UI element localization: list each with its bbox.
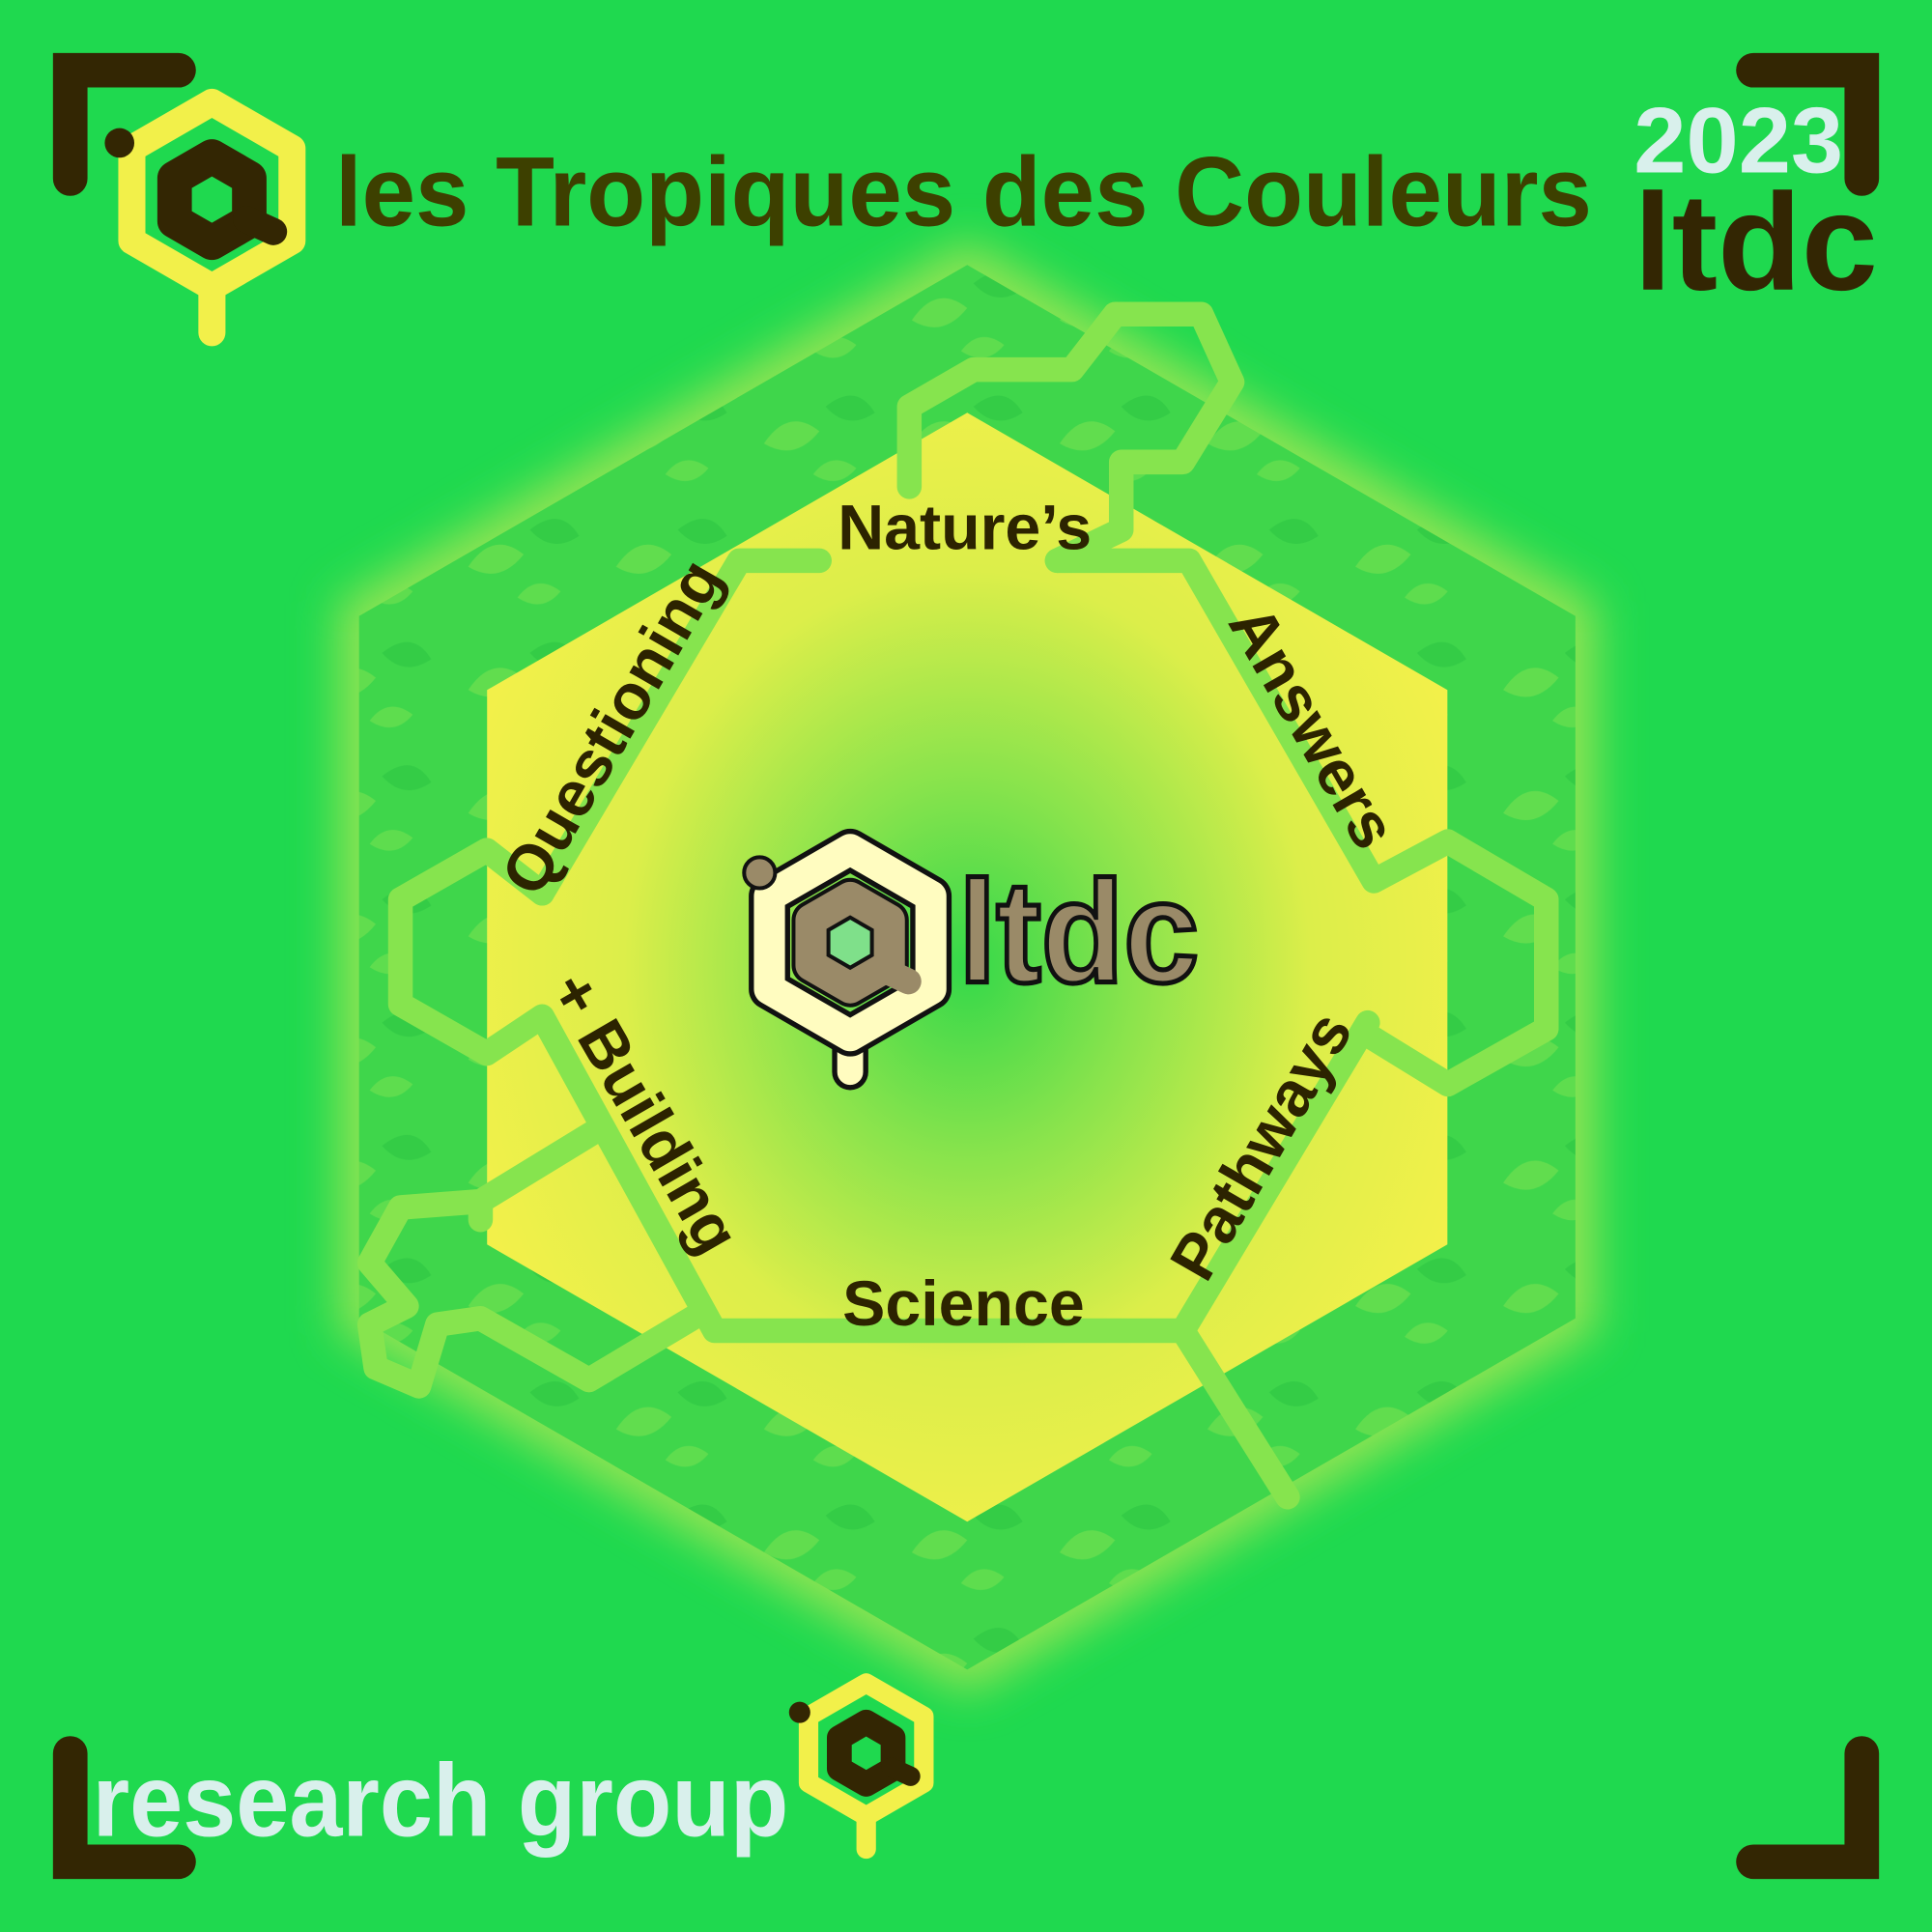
poster: Nature’s Answers Pathways Science + Buil… [52, 52, 1880, 1880]
title: les Tropiques des Couleurs [335, 136, 1592, 246]
logo-icon [104, 88, 306, 347]
ring-word-bottom: Science [842, 1268, 1085, 1340]
corner-bracket-bottom-right [1736, 1736, 1880, 1880]
footer-logo-icon [788, 1673, 934, 1860]
brand-short: ltdc [1634, 166, 1878, 320]
ring-word-top: Nature’s [838, 493, 1092, 564]
research-group-label: research group [93, 1743, 789, 1859]
center-logo-text: ltdc [958, 851, 1199, 1013]
